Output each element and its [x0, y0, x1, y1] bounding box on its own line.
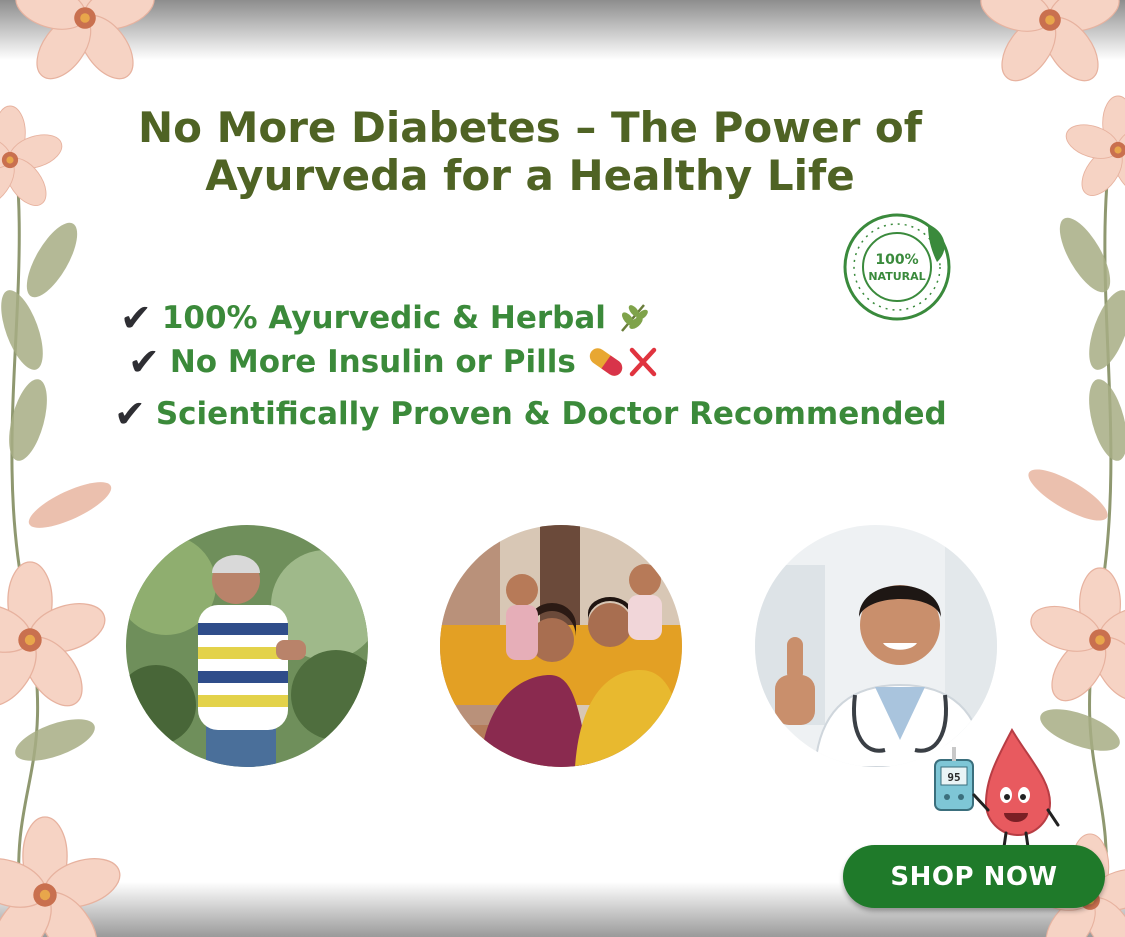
pill-cross-icon [589, 347, 657, 377]
glucometer-reading: 95 [947, 771, 960, 784]
ad-banner: No More Diabetes – The Power of Ayurveda… [0, 0, 1125, 937]
feature-text: No More Insulin or Pills [169, 344, 576, 380]
shop-now-button[interactable]: SHOP NOW [843, 845, 1105, 908]
feature-text: Scientifically Proven & Doctor Recommend… [155, 396, 947, 432]
seal-line-2: NATURAL [868, 270, 925, 283]
check-icon: ✔ [114, 392, 146, 436]
feature-text: 100% Ayurvedic & Herbal [161, 300, 606, 336]
elderly-man-jogging-photo [126, 525, 368, 767]
headline: No More Diabetes – The Power of Ayurveda… [137, 103, 923, 200]
herb-sprig-icon [620, 304, 648, 332]
seal-line-1: 100% [875, 252, 918, 268]
natural-seal-badge: 100% NATURAL [843, 213, 951, 321]
check-icon: ✔ [128, 340, 160, 384]
feature-item-proven: ✔ Scientifically Proven & Doctor Recomme… [114, 392, 947, 436]
feature-item-no-insulin: ✔ No More Insulin or Pills [128, 340, 658, 384]
check-icon: ✔ [120, 296, 152, 340]
happy-family-photo [440, 525, 682, 767]
feature-item-herbal: ✔ 100% Ayurvedic & Herbal [120, 296, 650, 340]
blood-drop-mascot-with-glucometer: 95 [934, 727, 1060, 849]
